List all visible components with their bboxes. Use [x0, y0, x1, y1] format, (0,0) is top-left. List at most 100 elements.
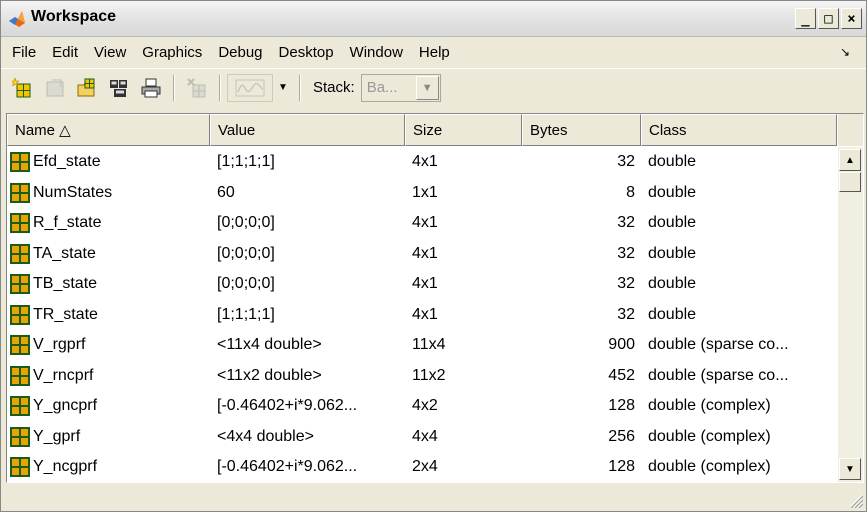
column-header-class[interactable]: Class	[641, 114, 837, 146]
table-row[interactable]: NumStates 60 1x1 8 double	[7, 178, 837, 209]
scroll-up-button[interactable]: ▲	[839, 149, 861, 171]
variable-size-cell: 4x1	[412, 275, 438, 293]
new-variable-icon	[12, 76, 31, 97]
variable-name-cell: Efd_state	[7, 152, 210, 173]
matrix-variable-icon	[10, 457, 30, 478]
variable-name-cell: TB_state	[7, 274, 210, 295]
table-row[interactable]: V_rgprf <11x4 double> 11x4 900 double (spars…	[7, 330, 837, 361]
title-bar[interactable]: Workspace _ □ ×	[1, 1, 866, 37]
menu-desktop[interactable]: Desktop	[271, 44, 342, 61]
menu-edit[interactable]: Edit	[44, 44, 86, 61]
header-corner	[838, 114, 863, 146]
variable-size-cell: 11x2	[412, 366, 446, 384]
table-body: Efd_state [1;1;1;1] 4x1 32 double NumStates 60…	[7, 147, 837, 482]
stack-value: Ba...	[366, 79, 398, 96]
variable-name: R_f_state	[33, 214, 102, 232]
variable-bytes-cell: 32	[617, 275, 635, 293]
stack-label: Stack:	[313, 79, 355, 96]
variable-value-cell: [0;0;0;0]	[217, 275, 275, 293]
variable-name: TA_state	[33, 244, 96, 262]
table-row[interactable]: Y_gprf <4x4 double> 4x4 256 double (complex)	[7, 422, 837, 453]
vertical-scrollbar[interactable]: ▲ ▼	[838, 147, 863, 482]
print-button[interactable]	[135, 73, 167, 103]
variable-class-cell: double (sparse co...	[648, 366, 789, 384]
variable-name-cell: Y_ncgprf	[7, 457, 210, 478]
table-row[interactable]: R_f_state [0;0;0;0] 4x1 32 double	[7, 208, 837, 239]
menu-window[interactable]: Window	[342, 44, 411, 61]
variable-name-cell: R_f_state	[7, 213, 210, 234]
chevron-down-icon[interactable]: ▼	[415, 75, 439, 100]
variable-bytes-cell: 452	[608, 366, 635, 384]
table-row[interactable]: TB_state [0;0;0;0] 4x1 32 double	[7, 269, 837, 300]
variable-bytes-cell: 128	[608, 397, 635, 415]
variable-name: Y_gprf	[33, 427, 81, 445]
variable-value-cell: [1;1;1;1]	[217, 153, 275, 171]
table-row[interactable]: TA_state [0;0;0;0] 4x1 32 double	[7, 239, 837, 270]
stack-select[interactable]: Ba... ▼	[360, 73, 441, 102]
variable-value-cell: [0;0;0;0]	[217, 244, 275, 262]
matrix-variable-icon	[10, 426, 30, 447]
variable-name: Y_ncgprf	[33, 458, 98, 476]
menu-file[interactable]: File	[4, 44, 44, 61]
column-header-size[interactable]: Size	[405, 114, 522, 146]
table-row[interactable]: Y_ncgprf [-0.46402+i*9.062... 2x4 128 double…	[7, 452, 837, 482]
variable-size-cell: 4x1	[412, 305, 438, 323]
plot-dropdown-arrow-icon[interactable]: ▼	[273, 74, 293, 102]
dock-arrow-icon[interactable]: ↘	[840, 45, 850, 59]
table-row[interactable]: Y_gncprf [-0.46402+i*9.062... 4x2 128 double…	[7, 391, 837, 422]
variable-name: TB_state	[33, 275, 98, 293]
variable-class-cell: double (complex)	[648, 427, 771, 445]
workspace-window: Workspace _ □ × File Edit View Graphics …	[0, 0, 867, 512]
variable-size-cell: 4x1	[412, 153, 438, 171]
menu-view[interactable]: View	[86, 44, 134, 61]
new-variable-button[interactable]	[7, 73, 39, 103]
column-header-bytes[interactable]: Bytes	[522, 114, 641, 146]
variable-value-cell: <4x4 double>	[217, 427, 314, 445]
toolbar: ▼ Stack: Ba... ▼	[1, 68, 866, 106]
variable-bytes-cell: 32	[617, 214, 635, 232]
variable-name-cell: V_rgprf	[7, 335, 210, 356]
variable-bytes-cell: 128	[608, 458, 635, 476]
variable-name: TR_state	[33, 305, 98, 323]
variable-value-cell: [-0.46402+i*9.062...	[217, 458, 358, 476]
minimize-button[interactable]: _	[795, 8, 816, 29]
menu-help[interactable]: Help	[411, 44, 458, 61]
resize-grip-icon[interactable]	[847, 492, 863, 508]
matrix-variable-icon	[10, 182, 30, 203]
variable-class-cell: double	[648, 275, 697, 293]
import-data-button[interactable]	[71, 73, 103, 103]
column-header-name[interactable]: Name △	[7, 114, 210, 146]
menu-graphics[interactable]: Graphics	[134, 44, 210, 61]
delete-button[interactable]	[181, 73, 213, 103]
menu-debug[interactable]: Debug	[210, 44, 270, 61]
workspace-table: Name △ Value Size Bytes Class Efd_state […	[6, 113, 864, 483]
variable-class-cell: double	[648, 244, 697, 262]
variable-name-cell: Y_gncprf	[7, 396, 210, 417]
table-row[interactable]: Efd_state [1;1;1;1] 4x1 32 double	[7, 147, 837, 178]
table-row[interactable]: V_rncprf <11x2 double> 11x2 452 double (spar…	[7, 361, 837, 392]
variable-name: Y_gncprf	[33, 397, 98, 415]
variable-size-cell: 1x1	[412, 183, 438, 201]
plot-icon	[235, 79, 265, 96]
close-button[interactable]: ×	[841, 8, 862, 29]
matrix-variable-icon	[10, 304, 30, 325]
variable-name-cell: TA_state	[7, 243, 210, 264]
scroll-thumb[interactable]	[839, 172, 861, 192]
variable-class-cell: double	[648, 183, 697, 201]
variable-class-cell: double (complex)	[648, 397, 771, 415]
column-header-value[interactable]: Value	[210, 114, 405, 146]
variable-name: V_rncprf	[33, 366, 94, 384]
maximize-button[interactable]: □	[818, 8, 839, 29]
save-button[interactable]	[103, 73, 135, 103]
variable-class-cell: double	[648, 305, 697, 323]
variable-size-cell: 4x4	[412, 427, 438, 445]
variable-name-cell: Y_gprf	[7, 426, 210, 447]
variable-bytes-cell: 8	[626, 183, 635, 201]
scroll-down-button[interactable]: ▼	[839, 458, 861, 480]
table-row[interactable]: TR_state [1;1;1;1] 4x1 32 double	[7, 300, 837, 331]
variable-bytes-cell: 256	[608, 427, 635, 445]
save-icon	[110, 79, 127, 97]
matrix-variable-icon	[10, 396, 30, 417]
plot-selection-button[interactable]	[227, 73, 273, 102]
open-selection-button[interactable]	[39, 73, 71, 103]
